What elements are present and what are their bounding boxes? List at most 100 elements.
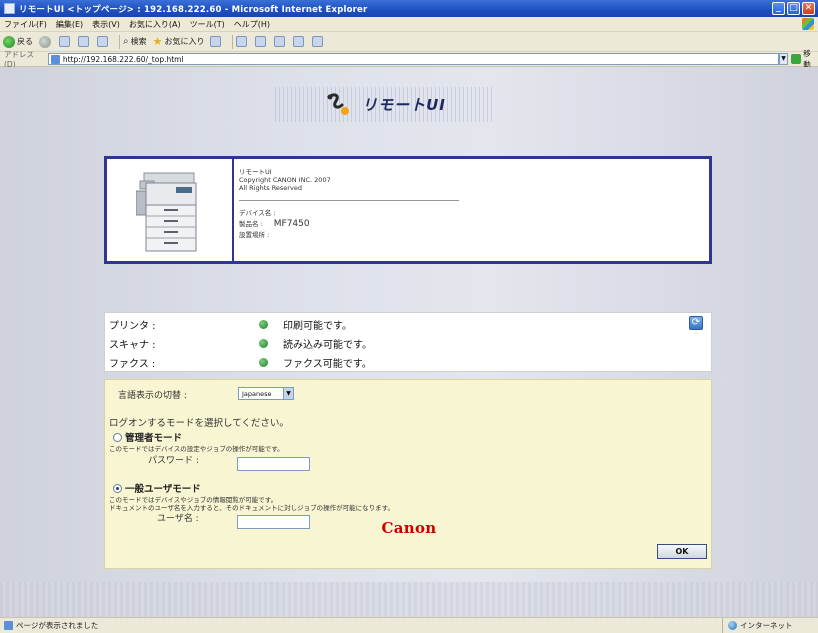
product-name-value: MF7450 — [273, 219, 310, 229]
admin-mode-option[interactable]: 管理者モード — [113, 430, 182, 444]
menu-file[interactable]: ファイル(F) — [4, 19, 47, 30]
menu-help[interactable]: ヘルプ(H) — [234, 19, 270, 30]
stop-icon — [59, 36, 70, 47]
refresh-status-button[interactable]: ⟳ — [689, 316, 703, 330]
messenger-button[interactable] — [312, 36, 325, 47]
address-input[interactable]: http://192.168.222.60/_top.html — [47, 53, 779, 65]
favorites-label: お気に入り — [164, 37, 205, 46]
messenger-icon — [312, 36, 324, 47]
menu-favorites[interactable]: お気に入り(A) — [129, 19, 181, 30]
address-bar: アドレス(D) http://192.168.222.60/_top.html … — [0, 49, 818, 69]
admin-mode-radio[interactable] — [113, 432, 122, 442]
user-mode-option[interactable]: 一般ユーザモード — [113, 481, 201, 495]
toolbar-separator — [232, 34, 234, 49]
edit-icon — [274, 36, 286, 47]
product-name-label: 製品名 : — [239, 220, 263, 228]
address-dropdown-button[interactable]: ▼ — [778, 53, 789, 65]
status-bar: ページが表示されました インターネット — [0, 617, 818, 633]
remote-ui-logo-icon — [327, 92, 350, 115]
window-title: リモートUI <トップページ> : 192.168.222.60 - Micro… — [19, 4, 368, 15]
password-field[interactable] — [237, 457, 310, 471]
login-panel: 言語表示の切替 : Japanese ▼ ログオンするモードを選択してください。… — [104, 379, 712, 569]
favorites-button[interactable]: ★ お気に入り — [153, 35, 205, 48]
menu-tools[interactable]: ツール(T) — [190, 19, 225, 30]
product-line: リモートUI — [239, 168, 272, 176]
history-icon — [210, 36, 222, 47]
back-arrow-icon — [3, 35, 15, 48]
scanner-status-row: スキャナ : 読み込み可能です。 — [109, 334, 372, 352]
scanner-label: スキャナ : — [109, 339, 156, 351]
back-label: 戻る — [17, 37, 33, 46]
search-icon: ⌕ — [123, 36, 129, 47]
mail-button[interactable] — [236, 36, 249, 47]
refresh-icon — [78, 36, 89, 47]
windows-logo-icon — [802, 18, 814, 30]
search-label: 検索 — [130, 37, 147, 46]
minimize-button[interactable]: _ — [772, 2, 785, 15]
user-mode-label: 一般ユーザモード — [125, 484, 201, 495]
printer-image-icon — [136, 172, 197, 252]
edit-button[interactable] — [274, 36, 287, 47]
toolbar-separator — [119, 34, 120, 49]
print-button[interactable] — [255, 36, 268, 47]
admin-mode-label: 管理者モード — [125, 433, 183, 444]
location-label: 設置場所 : — [239, 231, 270, 239]
globe-icon — [728, 621, 737, 630]
admin-mode-description: このモードではデバイスの設定やジョブの操作が可能です。 — [109, 445, 284, 453]
page-icon — [50, 54, 60, 64]
remote-ui-banner: リモートUI — [275, 87, 495, 122]
search-button[interactable]: ⌕ 検索 — [123, 36, 147, 47]
ie-icon — [4, 3, 15, 14]
history-button[interactable] — [210, 36, 223, 47]
menu-edit[interactable]: 編集(E) — [56, 19, 83, 30]
status-message: ページが表示されました — [16, 621, 99, 630]
menu-view[interactable]: 表示(V) — [92, 19, 120, 30]
home-button[interactable] — [97, 36, 110, 47]
device-info-text: リモートUI Copyright CANON INC. 2007 All Rig… — [234, 159, 709, 261]
language-label: 言語表示の切替 : — [118, 391, 187, 401]
forward-button[interactable] — [39, 35, 53, 48]
star-icon: ★ — [152, 35, 163, 48]
forward-arrow-icon — [39, 35, 51, 48]
device-image — [107, 159, 234, 261]
login-prompt: ログオンするモードを選択してください。 — [109, 418, 289, 429]
device-status-panel: プリンタ : 印刷可能です。 スキャナ : 読み込み可能です。 ファクス : フ… — [104, 312, 712, 372]
rights: All Rights Reserved — [239, 184, 302, 192]
banner-title: リモートUI — [362, 96, 446, 114]
device-name-row: デバイス名 : — [239, 208, 709, 219]
chevron-down-icon: ▼ — [283, 388, 293, 399]
maximize-button[interactable]: □ — [787, 2, 800, 15]
title-bar: リモートUI <トップページ> : 192.168.222.60 - Micro… — [0, 0, 818, 17]
menu-bar: ファイル(F) 編集(E) 表示(V) お気に入り(A) ツール(T) ヘルプ(… — [0, 17, 818, 32]
fax-label: ファクス : — [109, 358, 156, 370]
printer-status-text: 印刷可能です。 — [283, 320, 352, 332]
print-icon — [255, 36, 267, 47]
refresh-button[interactable] — [78, 36, 91, 47]
toolbar: 戻る ⌕ 検索 ★ お気に入り — [0, 32, 818, 52]
scanner-status-icon — [259, 338, 268, 348]
printer-label: プリンタ : — [109, 320, 156, 332]
info-divider — [239, 200, 459, 201]
device-name-label: デバイス名 : — [239, 209, 276, 217]
close-button[interactable]: ✕ — [802, 2, 815, 15]
zone-label: インターネット — [740, 621, 793, 630]
password-label: パスワード : — [148, 456, 199, 466]
discuss-icon — [293, 36, 305, 47]
home-icon — [97, 36, 108, 47]
page-done-icon — [4, 621, 13, 630]
user-mode-radio[interactable] — [113, 483, 122, 493]
mail-icon — [236, 36, 248, 47]
go-arrow-icon — [791, 54, 802, 64]
discuss-button[interactable] — [293, 36, 306, 47]
window-controls: _ □ ✕ — [772, 2, 815, 15]
ok-button[interactable]: OK — [657, 544, 707, 559]
address-label: アドレス(D) — [4, 50, 34, 69]
canon-logo: Canon — [381, 519, 437, 537]
language-select[interactable]: Japanese ▼ — [238, 387, 294, 400]
page-content: リモートUI リモートUI Copyright CANON INC. 2007 … — [0, 67, 818, 617]
fax-status-row: ファクス : ファクス可能です。 — [109, 353, 372, 371]
printer-status-row: プリンタ : 印刷可能です。 — [109, 315, 352, 333]
back-button[interactable]: 戻る — [3, 35, 33, 48]
stop-button[interactable] — [59, 36, 72, 47]
scanner-status-text: 読み込み可能です。 — [283, 339, 372, 351]
